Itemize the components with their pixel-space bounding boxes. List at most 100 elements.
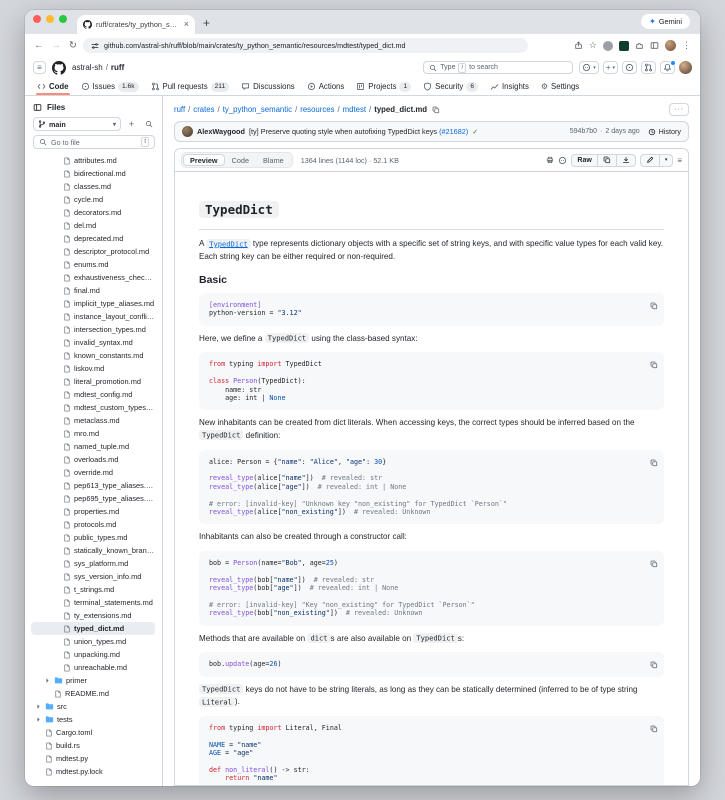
add-file-button[interactable]: + (125, 118, 138, 131)
commit-author-avatar[interactable] (182, 126, 193, 137)
outline-icon[interactable]: ≡ (677, 156, 682, 165)
tree-file-protocols.md[interactable]: protocols.md (31, 518, 155, 531)
tree-file-typed_dict.md[interactable]: typed_dict.md (31, 622, 155, 635)
copy-path-icon[interactable] (432, 106, 440, 114)
tree-file-implicit_type_aliases.md[interactable]: implicit_type_aliases.md (31, 297, 155, 310)
commit-hash[interactable]: 594b7b0 (570, 128, 597, 135)
nav-item-projects[interactable]: Projects1 (351, 78, 416, 95)
tree-file-invalid_syntax.md[interactable]: invalid_syntax.md (31, 336, 155, 349)
tree-file-literal_promotion.md[interactable]: literal_promotion.md (31, 375, 155, 388)
tree-file-overloads.md[interactable]: overloads.md (31, 453, 155, 466)
nav-item-insights[interactable]: Insights (485, 78, 534, 95)
nav-item-pull-requests[interactable]: Pull requests211 (146, 78, 235, 95)
bookmark-star-icon[interactable]: ☆ (589, 40, 597, 51)
tree-file-del.md[interactable]: del.md (31, 219, 155, 232)
branch-selector[interactable]: main ▾ (33, 117, 121, 131)
copy-file-icon[interactable] (597, 155, 616, 166)
browser-profile-avatar[interactable] (665, 40, 676, 51)
copilot-file-icon[interactable] (558, 156, 567, 165)
edit-dropdown-icon[interactable]: ▾ (659, 155, 673, 166)
tree-file-unreachable.md[interactable]: unreachable.md (31, 661, 155, 674)
tree-file-terminal_statements.md[interactable]: terminal_statements.md (31, 596, 155, 609)
commit-status-check-icon[interactable]: ✓ (472, 128, 478, 136)
new-tab-button[interactable]: + (195, 16, 218, 34)
search-this-repo-icon[interactable] (142, 118, 155, 131)
extension-icon[interactable] (603, 41, 613, 51)
tree-file-union_types.md[interactable]: union_types.md (31, 635, 155, 648)
tree-file-mdtest.py[interactable]: mdtest.py (31, 752, 155, 765)
tree-file-metaclass.md[interactable]: metaclass.md (31, 414, 155, 427)
tab-blame[interactable]: Blame (256, 154, 291, 166)
browser-tab[interactable]: ruff/crates/ty_python_semantic/res × (77, 15, 195, 34)
github-logo[interactable] (52, 61, 66, 75)
tree-file-instance_layout_conflict.md[interactable]: instance_layout_conflict.md (31, 310, 155, 323)
browser-menu-icon[interactable]: ⋮ (682, 40, 691, 51)
tree-folder-primer[interactable]: primer (31, 674, 155, 687)
copy-code-button[interactable] (650, 298, 658, 313)
nav-item-actions[interactable]: Actions (302, 78, 350, 95)
tree-file-exhaustiveness_checking.md[interactable]: exhaustiveness_checking.md (31, 271, 155, 284)
tree-file-override.md[interactable]: override.md (31, 466, 155, 479)
tree-file-enums.md[interactable]: enums.md (31, 258, 155, 271)
commit-message[interactable]: [ty] Preserve quoting style when autofix… (249, 127, 468, 136)
tree-file-liskov.md[interactable]: liskov.md (31, 362, 155, 375)
tree-file-classes.md[interactable]: classes.md (31, 180, 155, 193)
tree-file-pep613_type_aliases.md[interactable]: pep613_type_aliases.md (31, 479, 155, 492)
tree-file-sys_platform.md[interactable]: sys_platform.md (31, 557, 155, 570)
gemini-button[interactable]: ✦ Gemini (641, 14, 690, 29)
issues-dashboard-button[interactable] (622, 61, 637, 74)
copy-code-button[interactable] (650, 357, 658, 372)
pr-link[interactable]: (#21682) (439, 127, 468, 136)
close-window-button[interactable] (33, 15, 41, 23)
download-icon[interactable] (616, 155, 635, 166)
nav-item-issues[interactable]: Issues1.6k (76, 78, 144, 95)
share-icon[interactable] (574, 41, 583, 50)
tree-file-ty_extensions.md[interactable]: ty_extensions.md (31, 609, 155, 622)
tree-file-deprecated.md[interactable]: deprecated.md (31, 232, 155, 245)
tree-file-decorators.md[interactable]: decorators.md (31, 206, 155, 219)
copy-code-button[interactable] (650, 455, 658, 470)
nav-item-code[interactable]: Code (32, 78, 74, 95)
tree-file-known_constants.md[interactable]: known_constants.md (31, 349, 155, 362)
github-user-avatar[interactable] (679, 61, 692, 74)
commit-author[interactable]: AlexWaygood (197, 127, 245, 136)
tree-file-build.rs[interactable]: build.rs (31, 739, 155, 752)
tree-file-bidirectional.md[interactable]: bidirectional.md (31, 167, 155, 180)
repo-link[interactable]: ruff (111, 63, 124, 72)
tree-file-mdtest_config.md[interactable]: mdtest_config.md (31, 388, 155, 401)
notifications-button[interactable] (660, 61, 675, 74)
tree-file-t_strings.md[interactable]: t_strings.md (31, 583, 155, 596)
nav-item-settings[interactable]: ⚙Settings (536, 78, 584, 95)
inline-code-link[interactable]: TypedDict (206, 239, 250, 249)
tree-folder-src[interactable]: src (31, 700, 155, 713)
copy-code-button[interactable] (650, 556, 658, 571)
tree-file-public_types.md[interactable]: public_types.md (31, 531, 155, 544)
tree-file-cycle.md[interactable]: cycle.md (31, 193, 155, 206)
go-to-file-input[interactable]: Go to file t (33, 135, 155, 149)
nav-item-discussions[interactable]: Discussions (236, 78, 300, 95)
raw-button[interactable]: Raw (572, 155, 596, 166)
side-panel-icon[interactable] (650, 41, 659, 50)
tree-file-mro.md[interactable]: mro.md (31, 427, 155, 440)
adblock-extension-icon[interactable] (619, 41, 629, 51)
tab-code[interactable]: Code (225, 154, 256, 166)
tree-file-mdtest_custom_typeshed.md[interactable]: mdtest_custom_typeshed.md (31, 401, 155, 414)
site-info-icon[interactable] (91, 42, 99, 50)
tree-file-statically_known_branches.md[interactable]: statically_known_branches.md (31, 544, 155, 557)
breadcrumb-link[interactable]: ty_python_semantic (223, 105, 292, 114)
tree-file-pep695_type_aliases.md[interactable]: pep695_type_aliases.md (31, 492, 155, 505)
breadcrumb-link[interactable]: crates (193, 105, 214, 114)
collapse-sidebar-icon[interactable] (33, 103, 42, 112)
global-search-input[interactable]: Type / to search (423, 61, 573, 74)
create-new-button[interactable]: +▾ (603, 61, 618, 74)
tab-preview[interactable]: Preview (183, 154, 225, 166)
copy-code-button[interactable] (650, 721, 658, 736)
tree-file-sys_version_info.md[interactable]: sys_version_info.md (31, 570, 155, 583)
puzzle-extensions-icon[interactable] (635, 41, 644, 50)
tree-folder-tests[interactable]: tests (31, 713, 155, 726)
history-button[interactable]: History (648, 127, 681, 136)
address-bar[interactable]: github.com/astral-sh/ruff/blob/main/crat… (83, 38, 528, 53)
hamburger-menu-button[interactable]: ≡ (33, 61, 46, 74)
tree-file-final.md[interactable]: final.md (31, 284, 155, 297)
tree-file-descriptor_protocol.md[interactable]: descriptor_protocol.md (31, 245, 155, 258)
